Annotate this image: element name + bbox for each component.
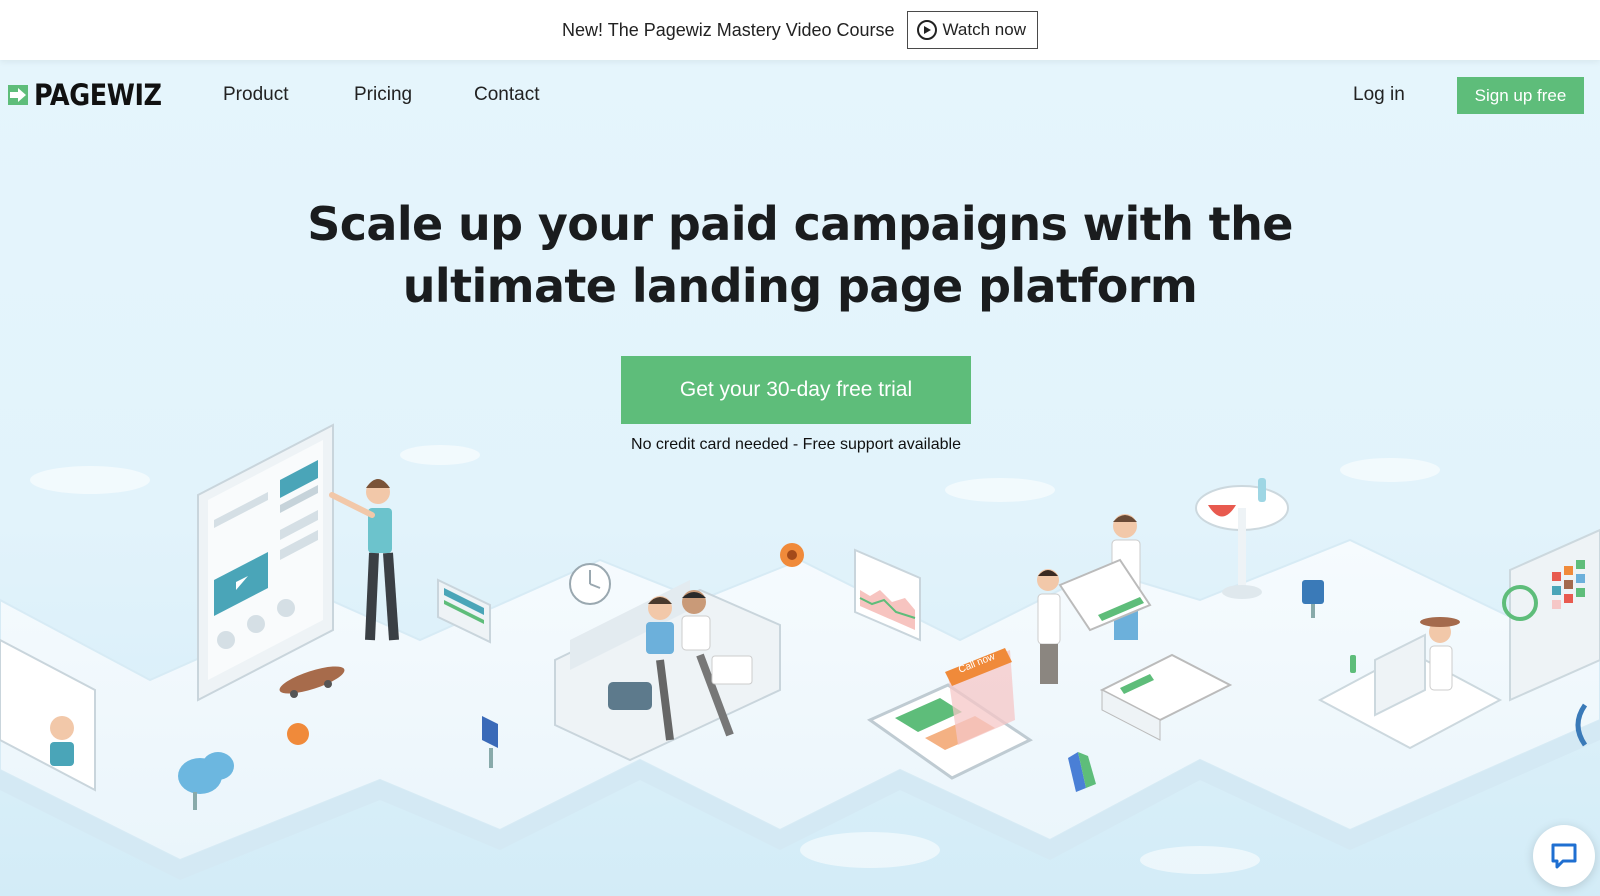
free-trial-button[interactable]: Get your 30-day free trial	[621, 356, 971, 424]
chat-widget-button[interactable]	[1533, 825, 1595, 887]
login-link[interactable]: Log in	[1353, 84, 1405, 106]
brand-name: PAGEWIZ	[34, 78, 162, 112]
announcement-text: New! The Pagewiz Mastery Video Course	[562, 19, 895, 40]
signup-button[interactable]: Sign up free	[1457, 77, 1584, 114]
chat-bubble-icon	[1551, 843, 1577, 869]
cta-subtext: No credit card needed - Free support ava…	[631, 436, 961, 453]
flower-decoration	[780, 543, 804, 567]
wall-clock	[569, 563, 611, 605]
announcement-bar: New! The Pagewiz Mastery Video Course Wa…	[0, 0, 1600, 60]
headline-line-2: ultimate landing page platform	[402, 259, 1198, 313]
watch-now-button[interactable]: Watch now	[906, 11, 1038, 49]
watch-now-label: Watch now	[942, 20, 1026, 39]
nav-contact[interactable]: Contact	[474, 84, 539, 106]
pagewiz-logo[interactable]: PAGEWIZ	[8, 78, 179, 112]
headline-line-1: Scale up your paid campaigns with the	[307, 197, 1293, 251]
main-navigation: PAGEWIZ Product Pricing Contact Log in S…	[0, 60, 1600, 128]
nav-product[interactable]: Product	[223, 84, 288, 106]
arrow-logo-icon	[8, 85, 28, 105]
basketball	[287, 723, 309, 745]
nav-pricing[interactable]: Pricing	[354, 84, 412, 106]
hero-headline: Scale up your paid campaigns with the ul…	[300, 193, 1300, 317]
play-icon	[916, 20, 937, 40]
